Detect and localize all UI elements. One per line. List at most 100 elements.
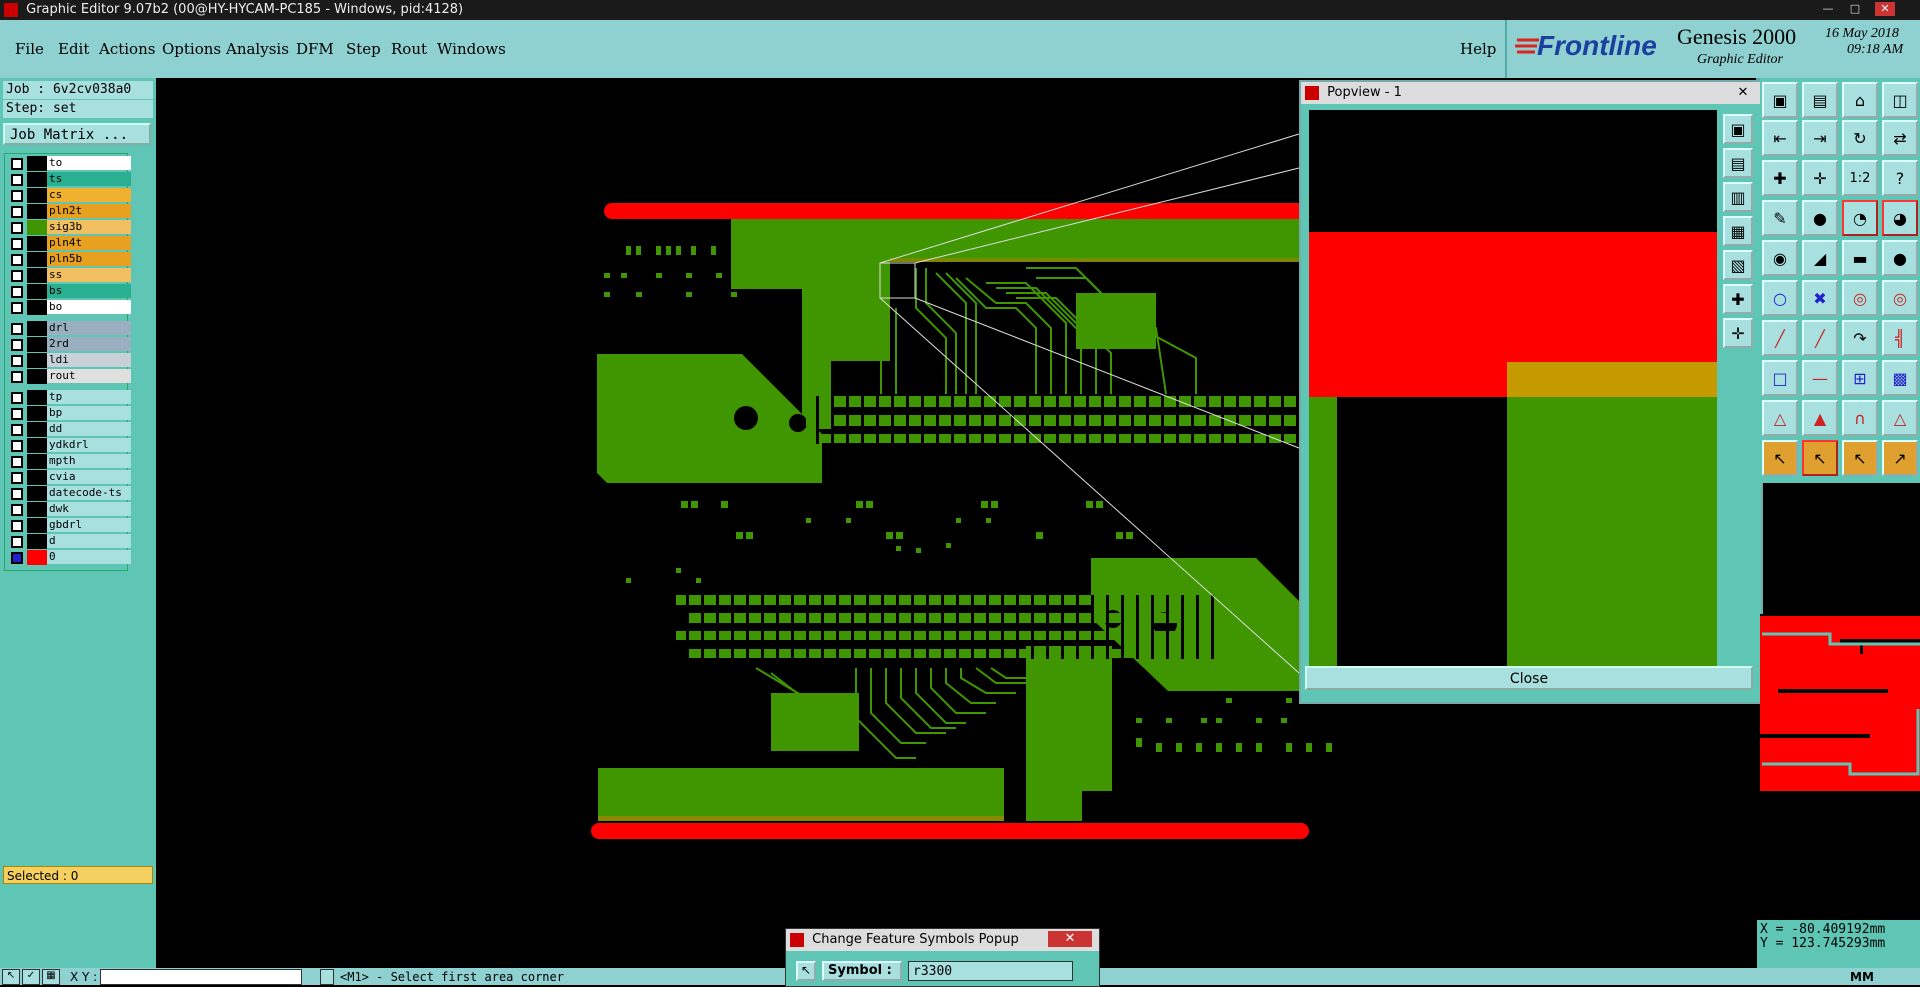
layer-color-swatch[interactable] bbox=[27, 337, 47, 352]
pointer-move-icon[interactable]: ↗ bbox=[1882, 440, 1918, 476]
zoom-in-icon[interactable]: ▤ bbox=[1723, 148, 1753, 178]
layer-checkbox[interactable] bbox=[11, 286, 23, 298]
open-icon[interactable]: ▣ bbox=[1762, 82, 1798, 118]
minimize-icon[interactable]: — bbox=[1818, 2, 1838, 16]
layer-row-mpth[interactable]: mpth bbox=[9, 454, 131, 469]
layer-checkbox[interactable] bbox=[11, 520, 23, 532]
layer-name[interactable]: sig3b bbox=[47, 220, 131, 234]
arrow-tool-icon[interactable]: ↖ bbox=[2, 969, 20, 985]
layer-color-swatch[interactable] bbox=[27, 406, 47, 421]
layer-name[interactable]: pln5b bbox=[47, 252, 131, 266]
popup-close-icon[interactable]: ✕ bbox=[1048, 931, 1092, 947]
menu-options[interactable]: Options bbox=[162, 40, 221, 58]
layer-name[interactable]: ts bbox=[47, 172, 131, 186]
layer-color-swatch[interactable] bbox=[27, 470, 47, 485]
layer-color-swatch[interactable] bbox=[27, 156, 47, 171]
layer-checkbox[interactable] bbox=[11, 238, 23, 250]
cross-icon[interactable]: ✖ bbox=[1802, 280, 1838, 316]
overview-map[interactable] bbox=[1760, 614, 1920, 794]
layer-checkbox[interactable] bbox=[11, 392, 23, 404]
popview-close-button[interactable]: Close bbox=[1305, 666, 1753, 690]
layer-checkbox[interactable] bbox=[11, 488, 23, 500]
pointer-select-icon[interactable]: ↖ bbox=[1802, 440, 1838, 476]
menu-edit[interactable]: Edit bbox=[58, 40, 89, 58]
layer-color-swatch[interactable] bbox=[27, 454, 47, 469]
layer-checkbox[interactable] bbox=[11, 536, 23, 548]
layer-checkbox[interactable] bbox=[11, 552, 23, 564]
popview-canvas[interactable] bbox=[1309, 110, 1717, 666]
help-icon[interactable]: ? bbox=[1882, 160, 1918, 196]
circle-icon[interactable]: ● bbox=[1882, 240, 1918, 276]
layer-row-gbdrl[interactable]: gbdrl bbox=[9, 518, 131, 533]
layer-name[interactable]: to bbox=[47, 156, 131, 170]
layer-name[interactable]: rout bbox=[47, 369, 131, 383]
menu-file[interactable]: File bbox=[15, 40, 44, 58]
save-icon[interactable]: ▤ bbox=[1802, 82, 1838, 118]
layer-row-pln4t[interactable]: pln4t bbox=[9, 236, 131, 251]
zoom-area-icon[interactable]: ▧ bbox=[1723, 250, 1753, 280]
layer-name[interactable]: datecode-ts bbox=[47, 486, 131, 500]
layer-name[interactable]: dd bbox=[47, 422, 131, 436]
layer-row-ts[interactable]: ts bbox=[9, 172, 131, 187]
menu-step[interactable]: Step bbox=[346, 40, 381, 58]
select-icon[interactable]: □ bbox=[1762, 360, 1798, 396]
popview-close-icon[interactable]: ✕ bbox=[1731, 84, 1755, 102]
layer-name[interactable]: cs bbox=[47, 188, 131, 202]
layer-color-swatch[interactable] bbox=[27, 422, 47, 437]
layer-checkbox[interactable] bbox=[11, 174, 23, 186]
trace-icon[interactable]: ╣ bbox=[1882, 320, 1918, 356]
layer-row-bo[interactable]: bo bbox=[9, 300, 131, 315]
layer-checkbox[interactable] bbox=[11, 472, 23, 484]
layer-row-pln2t[interactable]: pln2t bbox=[9, 204, 131, 219]
layer-checkbox[interactable] bbox=[11, 323, 23, 335]
scale-icon[interactable]: 1:2 bbox=[1842, 160, 1878, 196]
layer-row-0[interactable]: 0 bbox=[9, 550, 131, 565]
pointer-icon[interactable]: ↖ bbox=[1762, 440, 1798, 476]
zoom-reset-icon[interactable]: ✛ bbox=[1723, 318, 1753, 348]
xy-input[interactable] bbox=[100, 969, 302, 985]
layer-name[interactable]: pln4t bbox=[47, 236, 131, 250]
drc-icon[interactable]: ◕ bbox=[1882, 200, 1918, 236]
layer-color-swatch[interactable] bbox=[27, 353, 47, 368]
layer-color-swatch[interactable] bbox=[27, 502, 47, 517]
layer-row-cs[interactable]: cs bbox=[9, 188, 131, 203]
zoom-out-icon[interactable]: ▥ bbox=[1723, 182, 1753, 212]
layer-checkbox[interactable] bbox=[11, 206, 23, 218]
layer-name[interactable]: gbdrl bbox=[47, 518, 131, 532]
measure-icon[interactable]: ✎ bbox=[1762, 200, 1798, 236]
layer-color-swatch[interactable] bbox=[27, 390, 47, 405]
layer-name[interactable]: bs bbox=[47, 284, 131, 298]
link-alt-icon[interactable]: ◎ bbox=[1882, 280, 1918, 316]
layer-row-drl[interactable]: drl bbox=[9, 321, 131, 336]
layer-checkbox[interactable] bbox=[11, 440, 23, 452]
check-tool-icon[interactable]: ✓ bbox=[22, 969, 40, 985]
snap-icon[interactable]: ↻ bbox=[1842, 120, 1878, 156]
layer-row-rout[interactable]: rout bbox=[9, 369, 131, 384]
menu-help[interactable]: Help bbox=[1460, 40, 1496, 58]
maximize-icon[interactable]: □ bbox=[1845, 2, 1865, 16]
mountain-icon[interactable]: △ bbox=[1882, 400, 1918, 436]
menu-dfm[interactable]: DFM bbox=[296, 40, 334, 58]
layer-color-swatch[interactable] bbox=[27, 438, 47, 453]
forward-icon[interactable]: ⇥ bbox=[1802, 120, 1838, 156]
probe-icon[interactable]: ● bbox=[1802, 200, 1838, 236]
layer-color-swatch[interactable] bbox=[27, 220, 47, 235]
menu-actions[interactable]: Actions bbox=[99, 40, 155, 58]
close-icon[interactable]: ✕ bbox=[1875, 2, 1895, 16]
layer-name[interactable]: dwk bbox=[47, 502, 131, 516]
layer-checkbox[interactable] bbox=[11, 190, 23, 202]
layer-row-tp[interactable]: tp bbox=[9, 390, 131, 405]
layer-row-ss[interactable]: ss bbox=[9, 268, 131, 283]
layer-checkbox[interactable] bbox=[11, 355, 23, 367]
layer-row-cvia[interactable]: cvia bbox=[9, 470, 131, 485]
grid-tool-icon[interactable]: ▦ bbox=[42, 969, 60, 985]
peak-icon[interactable]: ▲ bbox=[1802, 400, 1838, 436]
layer-checkbox[interactable] bbox=[11, 339, 23, 351]
job-matrix-button[interactable]: Job Matrix ... bbox=[3, 123, 151, 145]
layer-row-ldi[interactable]: ldi bbox=[9, 353, 131, 368]
layer-color-swatch[interactable] bbox=[27, 518, 47, 533]
layer-color-swatch[interactable] bbox=[27, 284, 47, 299]
layer-color-swatch[interactable] bbox=[27, 252, 47, 267]
layer-color-swatch[interactable] bbox=[27, 236, 47, 251]
layer-row-bs[interactable]: bs bbox=[9, 284, 131, 299]
